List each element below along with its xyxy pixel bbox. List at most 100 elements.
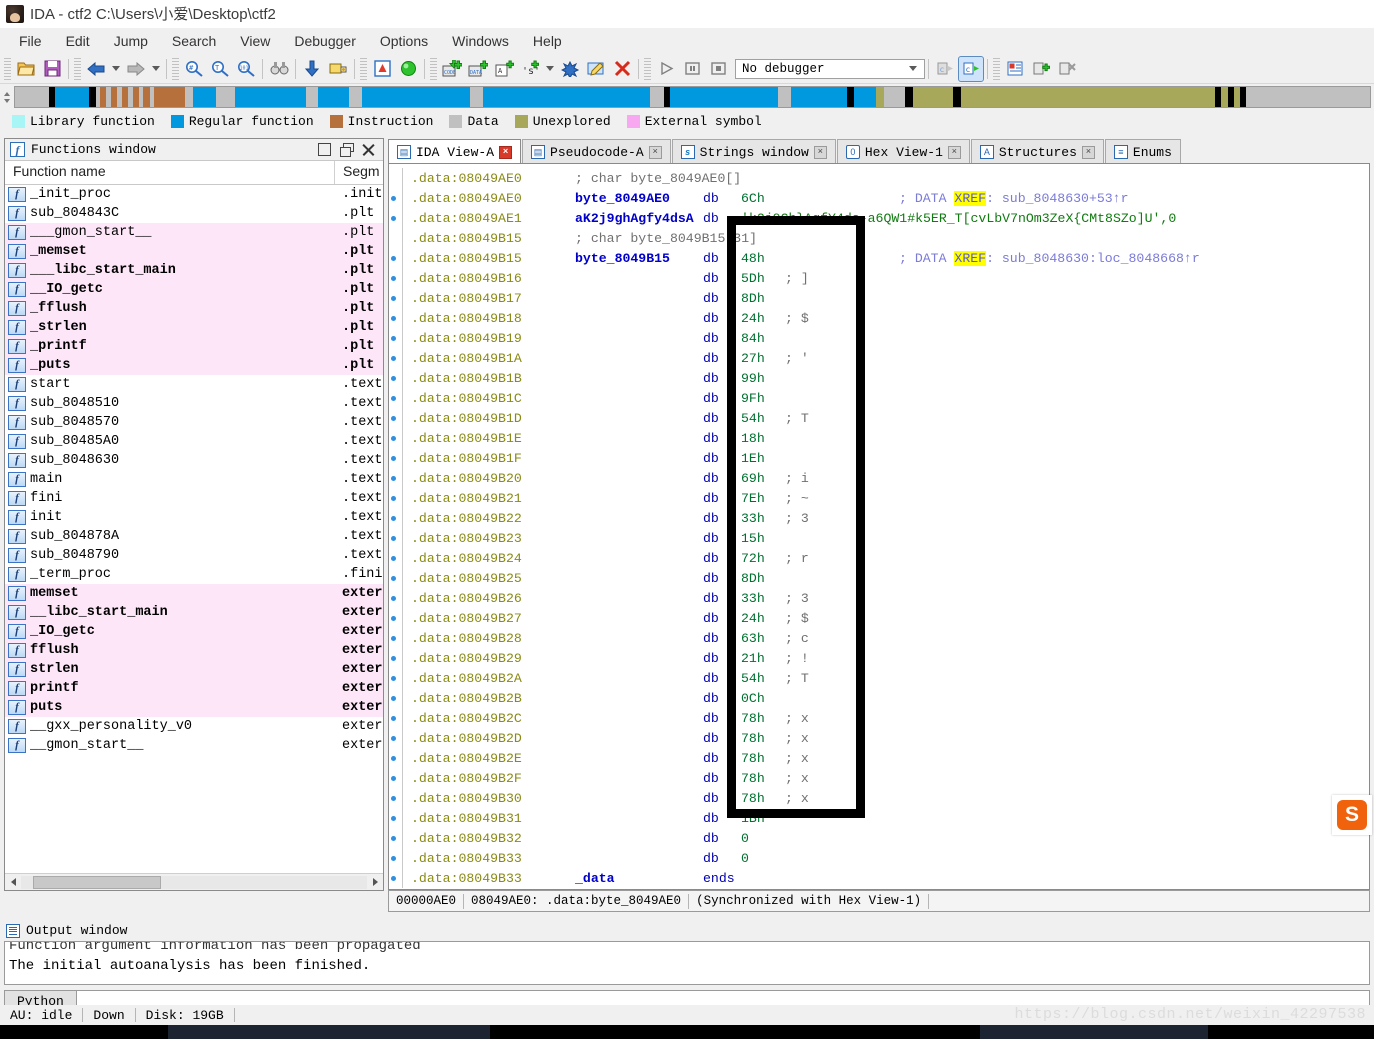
make-string-icon[interactable]: 's': [518, 57, 542, 81]
disassembly-line[interactable]: .data:08049B20 db 69h ; i: [389, 468, 1369, 488]
disassembly-line[interactable]: .data:08049B2A db 54h ; T: [389, 668, 1369, 688]
nav-up-icon[interactable]: [4, 91, 10, 96]
function-row[interactable]: f _memset .plt: [5, 242, 383, 261]
disassembly-line[interactable]: .data:08049B33 _data ends: [389, 868, 1369, 888]
back-dropdown-icon[interactable]: [112, 66, 120, 71]
disassembly-line[interactable]: .data:08049AE1 aK2j9ghAgfy4dsA db 'k2j9Gh}A…: [389, 208, 1369, 228]
disassembly-line[interactable]: .data:08049B1D db 54h ; T: [389, 408, 1369, 428]
disassembly-line[interactable]: .data:08049B15 ; char byte_8049B15[31]: [389, 228, 1369, 248]
function-row[interactable]: f __gmon_start__ exter: [5, 736, 383, 755]
search-text-icon[interactable]: T: [208, 57, 232, 81]
tab-ida-view-a[interactable]: ▤ IDA View-A ×: [388, 139, 522, 164]
edit-rename-icon[interactable]: [584, 57, 608, 81]
line-xref[interactable]: ; DATA XREF: sub_8048630+53↑r: [899, 190, 1129, 206]
undefine-icon[interactable]: [558, 57, 582, 81]
functions-horizontal-scrollbar[interactable]: [5, 873, 383, 890]
disassembly-line[interactable]: .data:08049B29 db 21h ; !: [389, 648, 1369, 668]
disassembly-line[interactable]: .data:08049B1E db 18h: [389, 428, 1369, 448]
disassembly-line[interactable]: .data:08049B1B db 99h: [389, 368, 1369, 388]
disassembly-line[interactable]: .data:08049B26 db 33h ; 3: [389, 588, 1369, 608]
tab-hex-view-1[interactable]: 0 Hex View-1 ×: [836, 139, 970, 164]
disassembly-line[interactable]: .data:08049B27 db 24h ; $: [389, 608, 1369, 628]
toolbar-grip[interactable]: [4, 57, 11, 80]
navigator-band[interactable]: [14, 86, 1371, 108]
menu-windows[interactable]: Windows: [441, 30, 520, 52]
disassembly-line[interactable]: .data:08049B1A db 27h ; ': [389, 348, 1369, 368]
menu-jump[interactable]: Jump: [103, 30, 159, 52]
output-log[interactable]: Function argument information has been p…: [4, 941, 1370, 985]
tab-close-icon[interactable]: ×: [648, 145, 662, 159]
toolbar-grip-3[interactable]: [172, 57, 179, 80]
menu-search[interactable]: Search: [161, 30, 227, 52]
disassembly-line[interactable]: .data:08049B21 db 7Eh ; ~: [389, 488, 1369, 508]
add-breakpoint-icon[interactable]: [1029, 57, 1053, 81]
column-header-segment[interactable]: Segm: [335, 161, 383, 184]
toolbar-grip-7[interactable]: [993, 57, 1000, 80]
function-row[interactable]: f memset exter: [5, 584, 383, 603]
scrollbar-track[interactable]: [21, 875, 367, 889]
function-row[interactable]: f printf exter: [5, 679, 383, 698]
tab-close-icon[interactable]: ×: [947, 145, 961, 159]
back-arrow-icon[interactable]: [84, 57, 108, 81]
debugger-select[interactable]: No debugger: [735, 58, 925, 79]
forward-dropdown-icon[interactable]: [152, 66, 160, 71]
save-icon[interactable]: [40, 57, 64, 81]
disassembly-line[interactable]: .data:08049B19 db 84h: [389, 328, 1369, 348]
jump-down-icon[interactable]: [300, 57, 324, 81]
function-row[interactable]: f _init_proc .init: [5, 185, 383, 204]
function-row[interactable]: f fflush exter: [5, 641, 383, 660]
ida-view-a-content[interactable]: .data:08049AE0; char byte_8049AE0[] .data…: [388, 163, 1370, 890]
tab-close-icon[interactable]: ×: [1081, 145, 1095, 159]
close-icon[interactable]: [362, 143, 375, 156]
function-row[interactable]: f main .text: [5, 470, 383, 489]
maximize-icon[interactable]: [318, 143, 331, 156]
disassembly-line[interactable]: .data:08049B17 db 8Dh: [389, 288, 1369, 308]
toolbar-grip-6[interactable]: [644, 57, 651, 80]
search-hash-icon[interactable]: #: [182, 57, 206, 81]
disassembly-line[interactable]: .data:08049B22 db 33h ; 3: [389, 508, 1369, 528]
tab-structures[interactable]: A Structures ×: [970, 139, 1104, 164]
make-code-icon[interactable]: CODE: [440, 57, 464, 81]
function-row[interactable]: f _printf .plt: [5, 337, 383, 356]
tab-pseudocode-a[interactable]: ▤ Pseudocode-A ×: [522, 139, 671, 164]
disassembly-line[interactable]: .data:08049AE0 byte_8049AE0 db 6Ch ; DATA XR…: [389, 188, 1369, 208]
function-row[interactable]: f strlen exter: [5, 660, 383, 679]
disassembly-line[interactable]: .data:08049B2E db 78h ; x: [389, 748, 1369, 768]
disassembly-line[interactable]: .data:08049B25 db 8Dh: [389, 568, 1369, 588]
function-row[interactable]: f __libc_start_main exter: [5, 603, 383, 622]
function-row[interactable]: f fini .text: [5, 489, 383, 508]
function-row[interactable]: f sub_8048570 .text: [5, 413, 383, 432]
functions-list[interactable]: f _init_proc .init f sub_804843C .plt f ___gmon…: [5, 185, 383, 861]
menu-edit[interactable]: Edit: [55, 30, 101, 52]
function-row[interactable]: f sub_8048790 .text: [5, 546, 383, 565]
remove-breakpoint-icon[interactable]: [1055, 57, 1079, 81]
function-row[interactable]: f ___gmon_start__ .plt: [5, 223, 383, 242]
scroll-right-icon[interactable]: [367, 875, 383, 890]
toolbar-grip-4[interactable]: [360, 57, 367, 80]
decompile-icon[interactable]: c: [958, 55, 984, 82]
disassembly-line[interactable]: .data:08049B23 db 15h: [389, 528, 1369, 548]
disassembly-line[interactable]: .data:08049B15 byte_8049B15 db 48h ; DATA XR…: [389, 248, 1369, 268]
tab-enums[interactable]: ≡ Enums: [1104, 139, 1181, 164]
disassembly-line[interactable]: .data:08049B33 db 0: [389, 848, 1369, 868]
function-row[interactable]: f _term_proc .fini: [5, 565, 383, 584]
scrollbar-thumb[interactable]: [33, 875, 161, 889]
column-header-function-name[interactable]: Function name: [5, 161, 335, 184]
disassembly-line[interactable]: .data:08049B31 db 1Bh: [389, 808, 1369, 828]
function-row[interactable]: f init .text: [5, 508, 383, 527]
disassembly-line[interactable]: .data:08049B18 db 24h ; $: [389, 308, 1369, 328]
function-row[interactable]: f _puts .plt: [5, 356, 383, 375]
decompile-gray-icon[interactable]: c: [933, 57, 957, 81]
menu-debugger[interactable]: Debugger: [283, 30, 367, 52]
tab-close-icon[interactable]: ×: [813, 145, 827, 159]
navigator-scroll-arrows[interactable]: [0, 85, 14, 109]
disassembly-line[interactable]: .data:08049B2D db 78h ; x: [389, 728, 1369, 748]
function-row[interactable]: f _fflush .plt: [5, 299, 383, 318]
green-circle-icon[interactable]: [396, 57, 420, 81]
search-binary-icon[interactable]: 101: [234, 57, 258, 81]
delete-x-icon[interactable]: [610, 57, 634, 81]
line-xref[interactable]: ; DATA XREF: sub_8048630:loc_8048668↑r: [899, 250, 1200, 266]
disassembly-listing[interactable]: .data:08049AE0; char byte_8049AE0[] .data…: [389, 164, 1369, 888]
disassembly-line[interactable]: .data:08049B30 db 78h ; x: [389, 788, 1369, 808]
tab-strings-window[interactable]: s Strings window ×: [671, 139, 836, 164]
